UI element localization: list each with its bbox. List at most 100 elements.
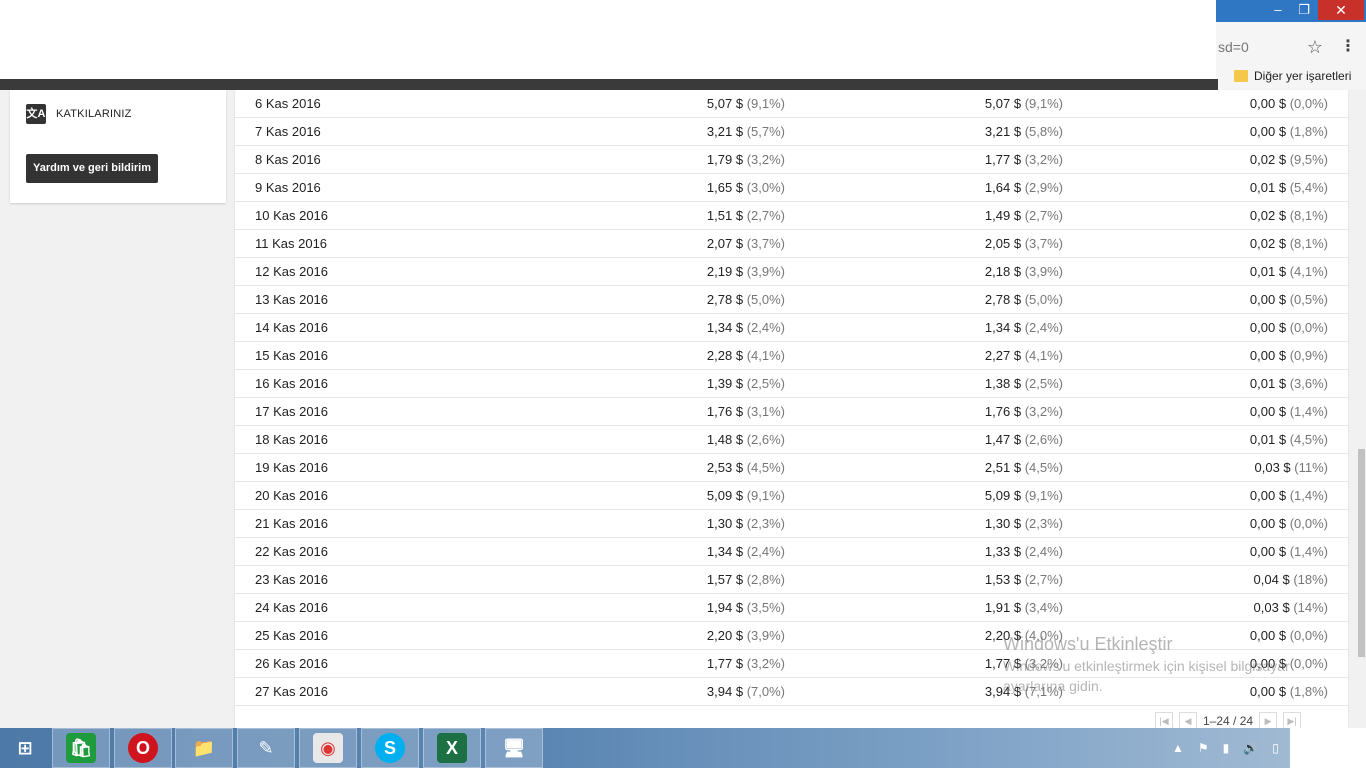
- estimated-earnings-cell: 1,57 $ (2,8%): [707, 566, 785, 594]
- table-row: 14 Kas 2016 1,34 $ (2,4%) 1,34 $ (2,4%) 0,0…: [235, 314, 1348, 342]
- estimated-earnings-cell-value: 1,57 $: [706, 572, 744, 587]
- browser-menu-icon[interactable]: ⋮: [1340, 36, 1356, 58]
- file-explorer-taskbar-button[interactable]: 📁: [175, 728, 233, 768]
- browser-chrome: – ❐ ✕ sd=0 ☆ ⋮ Diğer yer işaretleri: [0, 0, 1366, 90]
- estimated-earnings-cell-value: 1,79 $: [706, 152, 744, 167]
- opera-taskbar-button[interactable]: O: [114, 728, 172, 768]
- address-bar[interactable]: sd=0: [1216, 36, 1306, 58]
- table-row: 26 Kas 2016 1,77 $ (3,2%) 1,77 $ (3,2%) 0,0…: [235, 650, 1348, 678]
- excel-taskbar-button[interactable]: X: [423, 728, 481, 768]
- date-cell: 20 Kas 2016: [255, 482, 328, 510]
- maximize-button[interactable]: ❐: [1292, 0, 1316, 20]
- date-cell: 11 Kas 2016: [255, 230, 327, 258]
- minimize-button[interactable]: –: [1266, 0, 1290, 20]
- table-row: 9 Kas 2016 1,65 $ (3,0%) 1,64 $ (2,9%) 0,01…: [235, 174, 1348, 202]
- estimated-earnings-cell-percent: (4,1%): [746, 348, 785, 363]
- remote-desktop-icon: 🖥: [502, 737, 526, 758]
- estimated-earnings-cell: 1,39 $ (2,5%): [707, 370, 785, 398]
- earnings-cell-3: 0,01 $ (4,5%): [1250, 426, 1328, 454]
- volume-icon[interactable]: 🔊: [1243, 741, 1258, 755]
- show-desktop-area[interactable]: [1290, 728, 1366, 768]
- date-cell: 16 Kas 2016: [255, 370, 328, 398]
- folder-icon: [1234, 70, 1248, 82]
- estimated-earnings-cell: 3,94 $ (7,0%): [707, 678, 785, 706]
- estimated-earnings-cell: 2,53 $ (4,5%): [707, 454, 785, 482]
- earnings-cell-2: 1,33 $ (2,4%): [985, 538, 1063, 566]
- scrollbar-thumb[interactable]: [1358, 449, 1365, 657]
- earnings-cell-3-percent: (14%): [1293, 600, 1328, 615]
- estimated-earnings-cell-value: 1,51 $: [706, 208, 744, 223]
- help-feedback-button[interactable]: Yardım ve geri bildirim: [26, 154, 158, 183]
- other-bookmarks-button[interactable]: Diğer yer işaretleri: [1234, 66, 1351, 86]
- earnings-cell-3-value: 0,01 $: [1249, 376, 1287, 391]
- earnings-cell-3-value: 0,00 $: [1249, 404, 1287, 419]
- earnings-cell-2: 1,49 $ (2,7%): [985, 202, 1063, 230]
- bookmark-star-icon[interactable]: ☆: [1305, 36, 1325, 58]
- date-cell-value: 9 Kas 2016: [255, 180, 321, 195]
- remote-desktop-taskbar-button[interactable]: 🖥: [485, 728, 543, 768]
- network-signal-icon[interactable]: ▮: [1223, 741, 1230, 755]
- earnings-cell-3: 0,02 $ (9,5%): [1250, 146, 1328, 174]
- action-center-flag-icon[interactable]: ⚑: [1198, 741, 1209, 755]
- table-row: 8 Kas 2016 1,79 $ (3,2%) 1,77 $ (3,2%) 0,02…: [235, 146, 1348, 174]
- table-row: 25 Kas 2016 2,20 $ (3,9%) 2,20 $ (4,0%) 0,0…: [235, 622, 1348, 650]
- date-cell: 22 Kas 2016: [255, 538, 328, 566]
- estimated-earnings-cell: 1,79 $ (3,2%): [707, 146, 785, 174]
- earnings-cell-2-percent: (4,0%): [1024, 628, 1063, 643]
- date-cell-value: 15 Kas 2016: [255, 348, 329, 363]
- earnings-cell-2-percent: (4,1%): [1024, 348, 1063, 363]
- close-button[interactable]: ✕: [1318, 0, 1364, 20]
- date-cell-value: 21 Kas 2016: [255, 516, 329, 531]
- date-cell: 15 Kas 2016: [255, 342, 328, 370]
- chrome-icon: ◉: [313, 733, 343, 763]
- earnings-cell-2-value: 1,53 $: [984, 572, 1022, 587]
- earnings-cell-3-percent: (1,4%): [1289, 544, 1328, 559]
- earnings-cell-3-value: 0,00 $: [1249, 488, 1287, 503]
- date-cell-value: 18 Kas 2016: [255, 432, 329, 447]
- notepad-taskbar-button[interactable]: ✎: [237, 728, 295, 768]
- earnings-cell-3: 0,00 $ (1,8%): [1250, 678, 1328, 706]
- date-cell-value: 13 Kas 2016: [255, 292, 329, 307]
- earnings-cell-2-percent: (3,9%): [1024, 264, 1063, 279]
- earnings-cell-2: 1,77 $ (3,2%): [985, 146, 1063, 174]
- battery-icon[interactable]: ▯: [1272, 741, 1279, 755]
- estimated-earnings-cell: 2,78 $ (5,0%): [707, 286, 785, 314]
- estimated-earnings-cell-value: 2,78 $: [706, 292, 744, 307]
- estimated-earnings-cell: 1,34 $ (2,4%): [707, 538, 785, 566]
- earnings-cell-3: 0,00 $ (0,0%): [1250, 510, 1328, 538]
- chrome-taskbar-button[interactable]: ◉: [299, 728, 357, 768]
- earnings-cell-2-value: 1,77 $: [984, 152, 1022, 167]
- earnings-cell-3-value: 0,03 $: [1253, 600, 1290, 615]
- estimated-earnings-cell: 5,09 $ (9,1%): [707, 482, 785, 510]
- estimated-earnings-cell-value: 5,09 $: [706, 488, 744, 503]
- bookmarks-bar-shadow: [0, 79, 1218, 90]
- store-taskbar-button[interactable]: 🛍: [52, 728, 110, 768]
- earnings-cell-2: 1,91 $ (3,4%): [985, 594, 1063, 622]
- earnings-cell-3-percent: (0,5%): [1289, 292, 1328, 307]
- earnings-cell-2-value: 1,64 $: [984, 180, 1022, 195]
- earnings-cell-2: 1,47 $ (2,6%): [985, 426, 1063, 454]
- date-cell: 25 Kas 2016: [255, 622, 328, 650]
- estimated-earnings-cell-value: 2,07 $: [706, 236, 744, 251]
- estimated-earnings-cell-percent: (5,0%): [746, 292, 785, 307]
- table-row: 13 Kas 2016 2,78 $ (5,0%) 2,78 $ (5,0%) 0,0…: [235, 286, 1348, 314]
- earnings-cell-3-percent: (0,0%): [1289, 96, 1328, 111]
- earnings-cell-2: 1,38 $ (2,5%): [985, 370, 1063, 398]
- earnings-cell-2: 3,21 $ (5,8%): [985, 118, 1063, 146]
- earnings-cell-3-percent: (4,1%): [1289, 264, 1328, 279]
- skype-taskbar-button[interactable]: S: [361, 728, 419, 768]
- earnings-cell-3-value: 0,00 $: [1249, 292, 1287, 307]
- estimated-earnings-cell-percent: (2,7%): [746, 208, 785, 223]
- start-taskbar-button[interactable]: ⊞: [0, 728, 50, 768]
- estimated-earnings-cell: 1,48 $ (2,6%): [707, 426, 785, 454]
- earnings-cell-2-value: 2,20 $: [984, 628, 1022, 643]
- earnings-cell-2-percent: (2,6%): [1024, 432, 1063, 447]
- earnings-cell-3-percent: (0,0%): [1289, 656, 1328, 671]
- contributions-link[interactable]: 文A KATKILARINIZ: [26, 104, 132, 124]
- sidebar-panel: 文A KATKILARINIZ Yardım ve geri bildirim: [10, 90, 226, 203]
- show-hidden-icons-icon[interactable]: ▲: [1172, 741, 1184, 755]
- date-cell-value: 27 Kas 2016: [255, 684, 329, 699]
- estimated-earnings-cell-percent: (3,2%): [746, 656, 785, 671]
- earnings-cell-3-percent: (3,6%): [1289, 376, 1328, 391]
- pagination-label: 1–24 / 24: [1203, 714, 1254, 728]
